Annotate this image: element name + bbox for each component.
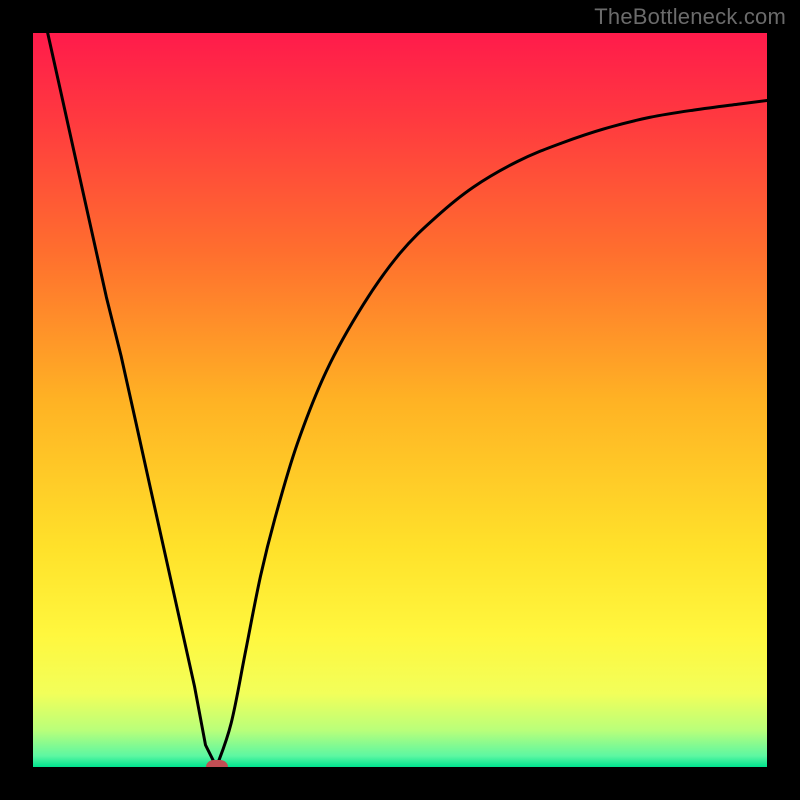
minimum-marker [206, 760, 228, 767]
watermark-text: TheBottleneck.com [594, 4, 786, 30]
bottleneck-curve [33, 33, 767, 767]
chart-frame: TheBottleneck.com [0, 0, 800, 800]
plot-area [33, 33, 767, 767]
